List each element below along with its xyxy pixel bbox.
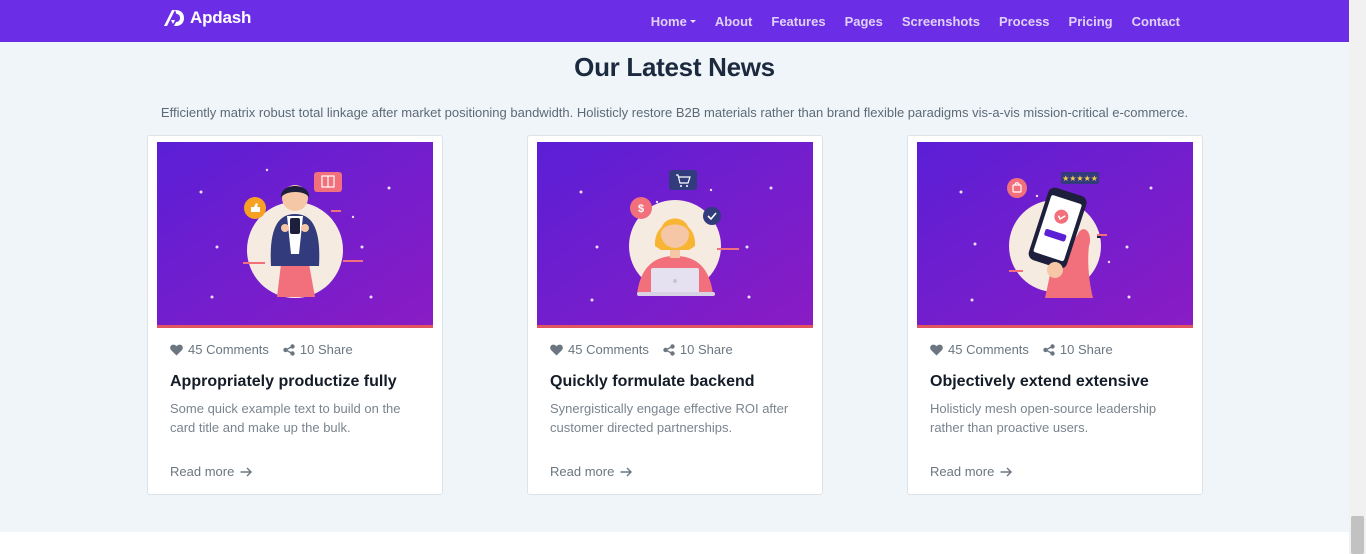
card-text: Some quick example text to build on the … [170, 401, 401, 435]
card-title[interactable]: Quickly formulate backend [550, 373, 755, 391]
share-icon [283, 343, 295, 356]
share-label: 10 Share [1059, 342, 1113, 357]
comments-count[interactable]: 45 Comments [170, 342, 269, 357]
heart-icon [930, 344, 943, 355]
comments-count[interactable]: 45 Comments [930, 342, 1029, 357]
card-meta: 45 Comments 10 Share [930, 342, 1127, 357]
nav-item-process[interactable]: Process [999, 14, 1050, 29]
latest-news-section: Our Latest News Efficiently matrix robus… [0, 42, 1349, 532]
woman-phone-illustration [157, 142, 433, 325]
arrow-right-icon [240, 467, 253, 476]
read-more-link[interactable]: Read more [930, 464, 1013, 479]
nav-item-home[interactable]: Home [651, 14, 696, 29]
share-icon [1043, 343, 1055, 356]
read-more-label: Read more [170, 464, 235, 479]
nav-item-pricing[interactable]: Pricing [1069, 14, 1113, 29]
share-label: 10 Share [679, 342, 733, 357]
arrow-right-icon [620, 467, 633, 476]
card-meta: 45 Comments 10 Share [170, 342, 367, 357]
nav-item-features[interactable]: Features [771, 14, 825, 29]
woman-laptop-illustration: $ [537, 142, 813, 325]
brand-name: Apdash [190, 8, 252, 27]
arrow-right-icon [1000, 467, 1013, 476]
nav-item-home-label: Home [650, 13, 687, 29]
nav-item-contact[interactable]: Contact [1132, 14, 1180, 29]
read-more-label: Read more [550, 464, 615, 479]
news-card-image[interactable]: ★★★★★ [917, 142, 1193, 328]
share-count[interactable]: 10 Share [1043, 342, 1113, 357]
comments-label: 45 Comments [568, 342, 649, 357]
share-icon [663, 343, 675, 356]
brand-logo-icon [164, 10, 184, 26]
read-more-label: Read more [930, 464, 995, 479]
nav-item-pages[interactable]: Pages [845, 14, 883, 29]
section-description: Efficiently matrix robust total linkage … [160, 105, 1189, 120]
news-card: 45 Comments 10 Share Appropriately produ… [147, 135, 443, 495]
news-card-image[interactable]: $ [537, 142, 813, 328]
svg-text:$: $ [638, 203, 644, 215]
share-label: 10 Share [299, 342, 353, 357]
comments-label: 45 Comments [948, 342, 1029, 357]
hand-phone-illustration: ★★★★★ [917, 142, 1193, 325]
heart-icon [170, 344, 183, 355]
comments-label: 45 Comments [188, 342, 269, 357]
share-count[interactable]: 10 Share [283, 342, 353, 357]
svg-text:★★★★★: ★★★★★ [1062, 174, 1098, 183]
heart-icon [550, 344, 563, 355]
card-text: Synergistically engage effective ROI aft… [550, 401, 789, 435]
nav-item-about[interactable]: About [715, 14, 753, 29]
comments-count[interactable]: 45 Comments [550, 342, 649, 357]
card-text: Holisticly mesh open-source leadership r… [930, 401, 1157, 435]
card-meta: 45 Comments 10 Share [550, 342, 747, 357]
card-title[interactable]: Appropriately productize fully [170, 373, 397, 391]
nav-item-screenshots[interactable]: Screenshots [902, 14, 980, 29]
news-card: $ 45 Comments 10 Share Quickly formulate… [527, 135, 823, 495]
card-title[interactable]: Objectively extend extensive [930, 373, 1149, 391]
chevron-down-icon [689, 19, 696, 23]
read-more-link[interactable]: Read more [550, 464, 633, 479]
scrollbar-thumb[interactable] [1351, 516, 1364, 554]
scrollbar-track[interactable] [1349, 0, 1366, 554]
news-card-image[interactable] [157, 142, 433, 328]
share-count[interactable]: 10 Share [663, 342, 733, 357]
section-title: Our Latest News [574, 52, 775, 82]
main-nav: Home About Features Pages Screenshots Pr… [632, 0, 1180, 42]
brand-logo[interactable]: Apdash [162, 8, 251, 28]
navbar: Apdash Home About Features Pages Screens… [0, 0, 1349, 42]
news-card: ★★★★★ 45 Comments 10 Share Objectively e… [907, 135, 1203, 495]
read-more-link[interactable]: Read more [170, 464, 253, 479]
